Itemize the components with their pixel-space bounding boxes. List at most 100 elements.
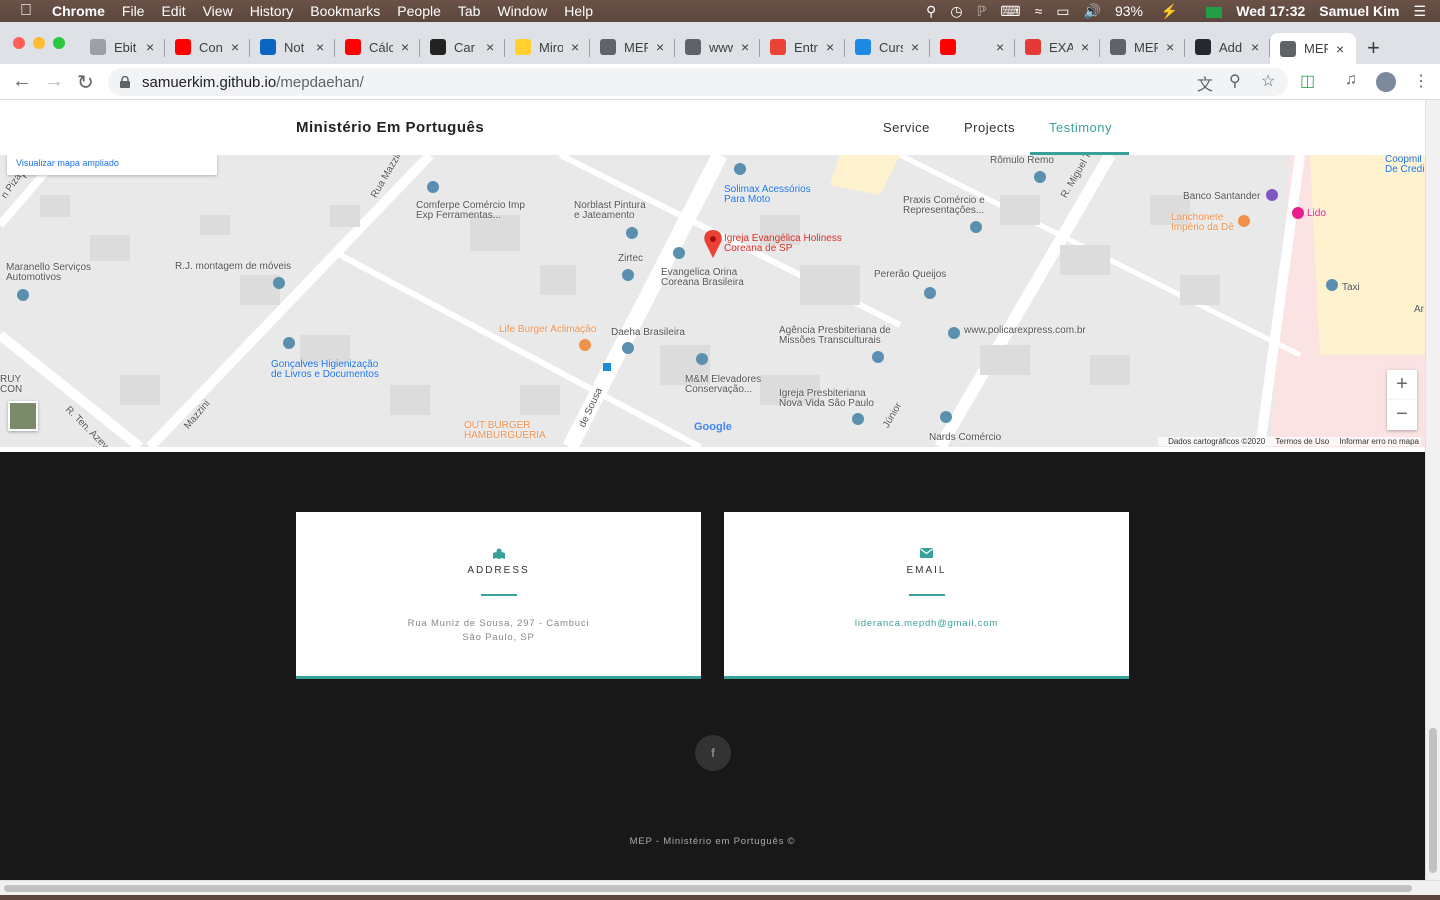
notification-center-icon[interactable]: ☰ bbox=[1413, 3, 1426, 20]
close-tab-icon[interactable]: × bbox=[656, 39, 664, 55]
map-label[interactable]: Maranello Serviços Automotivos bbox=[6, 263, 106, 283]
map-label[interactable]: Gonçalves Higienização de Livros e Docum… bbox=[271, 360, 391, 380]
tab[interactable]: Add × bbox=[1185, 33, 1270, 61]
clock[interactable]: Wed 17:32 bbox=[1236, 3, 1305, 19]
map-place-label[interactable]: Igreja Evangélica Holiness Coreana de SP bbox=[724, 234, 844, 254]
map-zoom-in-button[interactable]: + bbox=[1387, 370, 1417, 400]
fullscreen-window-button[interactable] bbox=[53, 37, 65, 49]
map-label[interactable]: Life Burger Aclimação bbox=[499, 325, 609, 335]
map-label[interactable]: RUY CON bbox=[0, 375, 25, 395]
map-label[interactable]: Banco Santander bbox=[1183, 192, 1268, 202]
close-tab-icon[interactable]: × bbox=[1336, 41, 1344, 57]
battery-status[interactable]: 93% ⚡ bbox=[1115, 3, 1192, 20]
map-label[interactable]: Lanchonete Império da Dê bbox=[1171, 213, 1236, 233]
new-tab-button[interactable]: + bbox=[1367, 35, 1380, 61]
nav-link-service[interactable]: Service bbox=[883, 120, 930, 135]
media-control-icon[interactable]: ♫ bbox=[1345, 71, 1357, 89]
facebook-button[interactable]: f bbox=[695, 735, 731, 771]
translate-icon[interactable]: 文 bbox=[1197, 71, 1213, 95]
map-label[interactable]: Agência Presbiteriana de Missões Transcu… bbox=[779, 326, 899, 346]
tab[interactable]: Miro × bbox=[505, 33, 590, 61]
chrome-menu-icon[interactable]: ⋮ bbox=[1413, 71, 1429, 91]
time-machine-icon[interactable]: ◷ bbox=[950, 3, 962, 20]
forward-icon[interactable]: → bbox=[44, 70, 64, 93]
airplay-icon[interactable]: ▭ bbox=[1056, 3, 1069, 20]
tab[interactable]: MEP × bbox=[1270, 33, 1356, 64]
tab[interactable]: MEP × bbox=[590, 33, 675, 61]
close-tab-icon[interactable]: × bbox=[911, 39, 919, 55]
menu-view[interactable]: View bbox=[203, 3, 233, 19]
close-tab-icon[interactable]: × bbox=[996, 39, 1004, 55]
map-label[interactable]: Comferpe Comércio Imp Exp Ferramentas... bbox=[416, 201, 526, 221]
tab[interactable]: Ebit × bbox=[80, 33, 165, 61]
close-tab-icon[interactable]: × bbox=[231, 39, 239, 55]
tab[interactable]: Con × bbox=[165, 33, 250, 61]
map-label[interactable]: Norblast Pintura e Jateamento bbox=[574, 201, 654, 221]
map-label[interactable]: Pererão Queijos bbox=[874, 270, 954, 280]
map-report-error-link[interactable]: Informar erro no mapa bbox=[1339, 437, 1419, 446]
close-tab-icon[interactable]: × bbox=[401, 39, 409, 55]
map-label[interactable]: Rômulo Remo bbox=[990, 156, 1070, 166]
menu-window[interactable]: Window bbox=[497, 3, 547, 19]
menu-help[interactable]: Help bbox=[564, 3, 593, 19]
email-link[interactable]: lideranca.mepdh@gmail.com bbox=[724, 617, 1129, 631]
back-icon[interactable]: ← bbox=[12, 70, 32, 93]
address-bar[interactable]: samuerkim.github.io/mepdaehan/ bbox=[108, 68, 1288, 96]
close-tab-icon[interactable]: × bbox=[826, 39, 834, 55]
close-tab-icon[interactable]: × bbox=[146, 39, 154, 55]
map-label[interactable]: Praxis Comércio e Representações... bbox=[903, 196, 1003, 216]
map-label[interactable]: Nards Comércio bbox=[929, 433, 1009, 443]
bluetooth-icon[interactable]: ℙ bbox=[977, 3, 987, 20]
close-tab-icon[interactable]: × bbox=[741, 39, 749, 55]
close-tab-icon[interactable]: × bbox=[486, 39, 494, 55]
map-label[interactable]: www.policarexpress.com.br bbox=[964, 326, 1086, 336]
menu-people[interactable]: People bbox=[397, 3, 441, 19]
nav-link-projects[interactable]: Projects bbox=[964, 120, 1015, 135]
tab[interactable]: Car × bbox=[420, 33, 505, 61]
menu-history[interactable]: History bbox=[250, 3, 294, 19]
map-label[interactable]: R.J. montagem de móveis bbox=[175, 262, 300, 272]
menu-tab[interactable]: Tab bbox=[458, 3, 481, 19]
minimize-window-button[interactable] bbox=[33, 37, 45, 49]
bookmark-star-icon[interactable]: ☆ bbox=[1261, 71, 1275, 91]
extension-icon[interactable]: ◫ bbox=[1300, 71, 1315, 91]
map-label[interactable]: OUT BURGER HAMBURGUERIA bbox=[464, 421, 549, 441]
flag-icon[interactable] bbox=[1206, 6, 1223, 18]
map-label[interactable]: Coopmil De Credi bbox=[1385, 155, 1425, 175]
map-label[interactable]: M&M Elevadores Conservação... bbox=[685, 375, 770, 395]
horizontal-scroll-thumb[interactable] bbox=[4, 885, 1412, 892]
tab[interactable]: www × bbox=[675, 33, 760, 61]
nav-link-testimony[interactable]: Testimony bbox=[1049, 120, 1112, 135]
menu-edit[interactable]: Edit bbox=[161, 3, 185, 19]
map-label[interactable]: Zirtec bbox=[618, 254, 658, 264]
tab[interactable]: Entr × bbox=[760, 33, 845, 61]
apple-menu-icon[interactable]:  bbox=[20, 2, 32, 20]
tab[interactable]: Cálc × bbox=[335, 33, 420, 61]
map-label[interactable]: Ar bbox=[1414, 305, 1425, 315]
map-label[interactable]: Lido bbox=[1307, 209, 1337, 219]
app-menu-chrome[interactable]: Chrome bbox=[52, 3, 105, 19]
wifi-icon[interactable]: ≈ bbox=[1035, 3, 1043, 19]
profile-avatar[interactable] bbox=[1376, 72, 1396, 92]
map-label[interactable]: Taxi bbox=[1342, 283, 1372, 293]
menu-file[interactable]: File bbox=[122, 3, 145, 19]
close-tab-icon[interactable]: × bbox=[1251, 39, 1259, 55]
user-name[interactable]: Samuel Kim bbox=[1319, 3, 1399, 19]
map-label[interactable]: Daeha Brasileira bbox=[611, 328, 696, 338]
close-tab-icon[interactable]: × bbox=[316, 39, 324, 55]
tab[interactable]: Not × bbox=[250, 33, 335, 61]
map-label[interactable]: Evangelica Orina Coreana Brasileira bbox=[661, 268, 751, 288]
close-window-button[interactable] bbox=[13, 37, 25, 49]
vertical-scrollbar[interactable] bbox=[1425, 100, 1440, 880]
volume-icon[interactable]: 🔊 bbox=[1084, 3, 1101, 20]
map-label[interactable]: Igreja Presbiteriana Nova Vida São Paulo bbox=[779, 389, 879, 409]
google-map[interactable]: Igreja Evangélica Holiness Coreana de SP… bbox=[0, 155, 1425, 447]
close-tab-icon[interactable]: × bbox=[1166, 39, 1174, 55]
tab[interactable]: EXA × bbox=[1015, 33, 1100, 61]
map-terms-link[interactable]: Termos de Uso bbox=[1275, 437, 1329, 446]
menu-bookmarks[interactable]: Bookmarks bbox=[310, 3, 380, 19]
site-brand[interactable]: Ministério Em Português bbox=[296, 119, 484, 136]
keyboard-icon[interactable]: ⌨ bbox=[1000, 3, 1020, 20]
map-label[interactable]: Solimax Acessórios Para Moto bbox=[724, 185, 814, 205]
tab[interactable]: Curs × bbox=[845, 33, 930, 61]
